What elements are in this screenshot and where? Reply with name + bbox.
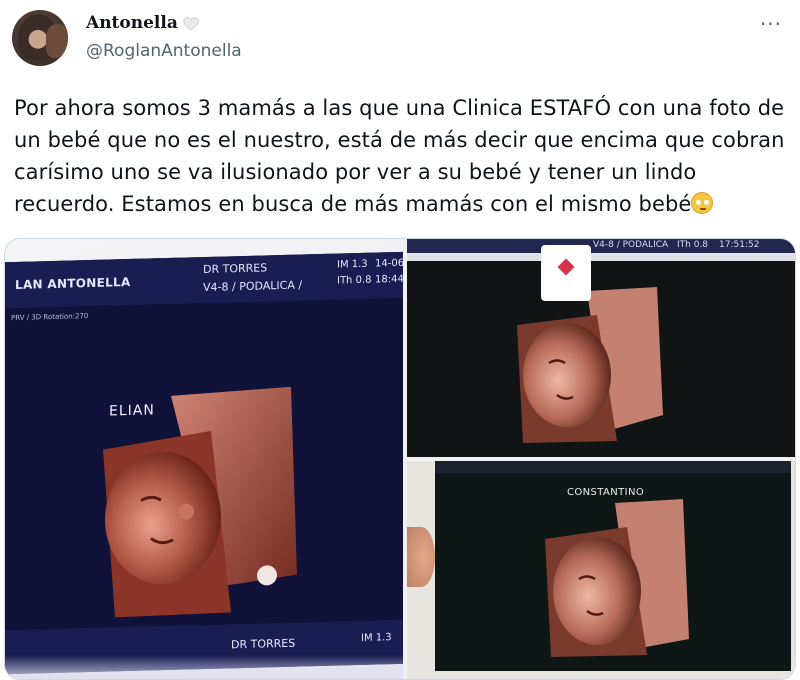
sticker-overlay (541, 245, 591, 301)
rolling-eyes-emoji-icon (691, 192, 714, 214)
baby-name-label: CONSTANTINO (567, 487, 645, 498)
im-value: IM 1.3 (337, 258, 368, 271)
doctor-name: DR TORRES (203, 261, 268, 277)
ith-value: ITh 0.8 (677, 240, 709, 250)
ultrasound-header: V4-8 / PODALICA ITh 0.8 17:51:52 (407, 239, 795, 253)
tweet-line: recuerdo. Estamos en busca de más mamás … (14, 188, 794, 220)
author-handle[interactable]: @RoglanAntonella (86, 41, 242, 61)
author-name[interactable]: Antonella (86, 13, 200, 33)
ultrasound-screen: CONSTANTINO (435, 461, 791, 671)
display-name: Antonella (86, 13, 178, 33)
photo-glare (5, 655, 403, 679)
ultrasound-header: LAN ANTONELLA DR TORRES V4-8 / PODALICA … (5, 251, 403, 309)
tweet-text: Por ahora somos 3 mamás a las que una Cl… (14, 92, 794, 220)
finger (407, 527, 435, 587)
scan-time: 17:51:52 (719, 240, 760, 250)
scan-mode: PRV / 3D Rotation:270 (11, 312, 89, 323)
ultrasound-photo-right-top[interactable]: V4-8 / PODALICA ITh 0.8 17:51:52 (407, 239, 795, 457)
scan-time: 18:44 (375, 273, 403, 286)
tweet-line: carísimo uno se va ilusionado por ver a … (14, 160, 697, 184)
tweet-line: un bebé que no es el nuestro, está de má… (14, 128, 785, 152)
tweet-line: Por ahora somos 3 mamás a las que una Cl… (14, 96, 785, 120)
media-grid: LAN ANTONELLA DR TORRES V4-8 / PODALICA … (4, 238, 796, 680)
ultrasound-screen: LAN ANTONELLA DR TORRES V4-8 / PODALICA … (5, 251, 403, 675)
heart-icon (557, 258, 575, 276)
tweet-line-text: recuerdo. Estamos en busca de más mamás … (14, 192, 692, 216)
baby-3d-image (517, 287, 663, 443)
patient-name: LAN ANTONELLA (15, 274, 131, 292)
baby-name-label: ELIAN (109, 402, 155, 420)
avatar-horse (46, 24, 68, 58)
avatar[interactable] (12, 10, 68, 66)
scan-date: 14-06 (375, 257, 403, 270)
white-heart-icon (183, 17, 199, 31)
probe-info: V4-8 / PODALICA (593, 240, 669, 250)
footer-doctor: DR TORRES (231, 636, 296, 652)
ultrasound-photo-right-bottom[interactable]: CONSTANTINO (407, 461, 795, 679)
more-options-icon[interactable]: ··· (760, 12, 782, 36)
ultrasound-header (435, 461, 791, 473)
ith-value: ITh 0.8 (337, 274, 372, 287)
ultrasound-photo-left[interactable]: LAN ANTONELLA DR TORRES V4-8 / PODALICA … (5, 239, 403, 679)
baby-3d-image (103, 386, 297, 618)
probe-info: V4-8 / PODALICA / (203, 278, 303, 295)
baby-3d-image (545, 499, 689, 657)
footer-im: IM 1.3 (361, 632, 392, 644)
